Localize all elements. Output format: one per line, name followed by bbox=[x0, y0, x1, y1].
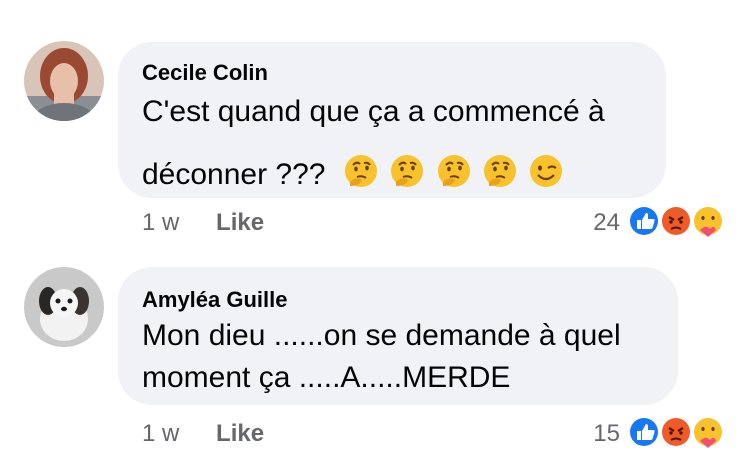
timestamp[interactable]: 1 w bbox=[142, 420, 179, 447]
like-button[interactable]: Like bbox=[216, 209, 264, 236]
author-name[interactable]: Amyléa Guille bbox=[142, 287, 288, 313]
thinking-face-icon bbox=[391, 155, 424, 187]
comment-meta: 1 w Like bbox=[142, 420, 264, 448]
like-reaction-icon bbox=[628, 416, 660, 448]
thinking-face-icon bbox=[437, 155, 470, 187]
winking-face-icon bbox=[530, 155, 563, 187]
reaction-icons[interactable] bbox=[626, 414, 736, 450]
angry-reaction-icon bbox=[660, 205, 692, 237]
timestamp[interactable]: 1 w bbox=[142, 209, 179, 236]
comment-text-line: C'est quand que ça a commencé à bbox=[142, 95, 605, 128]
like-reaction-icon bbox=[628, 205, 660, 237]
reaction-count[interactable]: 15 bbox=[580, 420, 620, 448]
thinking-face-icon bbox=[483, 155, 516, 187]
author-name[interactable]: Cecile Colin bbox=[142, 60, 268, 86]
thinking-face-icon bbox=[344, 155, 377, 187]
emoji-row bbox=[342, 155, 565, 197]
care-reaction-icon bbox=[692, 205, 724, 237]
avatar[interactable] bbox=[24, 41, 104, 121]
comment-text-line: déconner ??? bbox=[142, 146, 565, 192]
avatar[interactable] bbox=[24, 267, 104, 347]
comment-meta: 1 w Like bbox=[142, 209, 264, 237]
care-reaction-icon bbox=[692, 416, 724, 448]
like-button[interactable]: Like bbox=[216, 420, 264, 447]
comment-text: déconner ??? bbox=[142, 158, 326, 191]
comment: Cecile Colin C'est quand que ça a commen… bbox=[0, 0, 750, 250]
angry-reaction-icon bbox=[660, 416, 692, 448]
reaction-count[interactable]: 24 bbox=[580, 209, 620, 237]
comment-text-line: moment ça .....A.....MERDE bbox=[142, 361, 511, 394]
comment: Amyléa Guille Mon dieu ......on se deman… bbox=[0, 250, 750, 473]
comment-text-line: Mon dieu ......on se demande à quel bbox=[142, 319, 621, 352]
reaction-icons[interactable] bbox=[626, 203, 736, 239]
